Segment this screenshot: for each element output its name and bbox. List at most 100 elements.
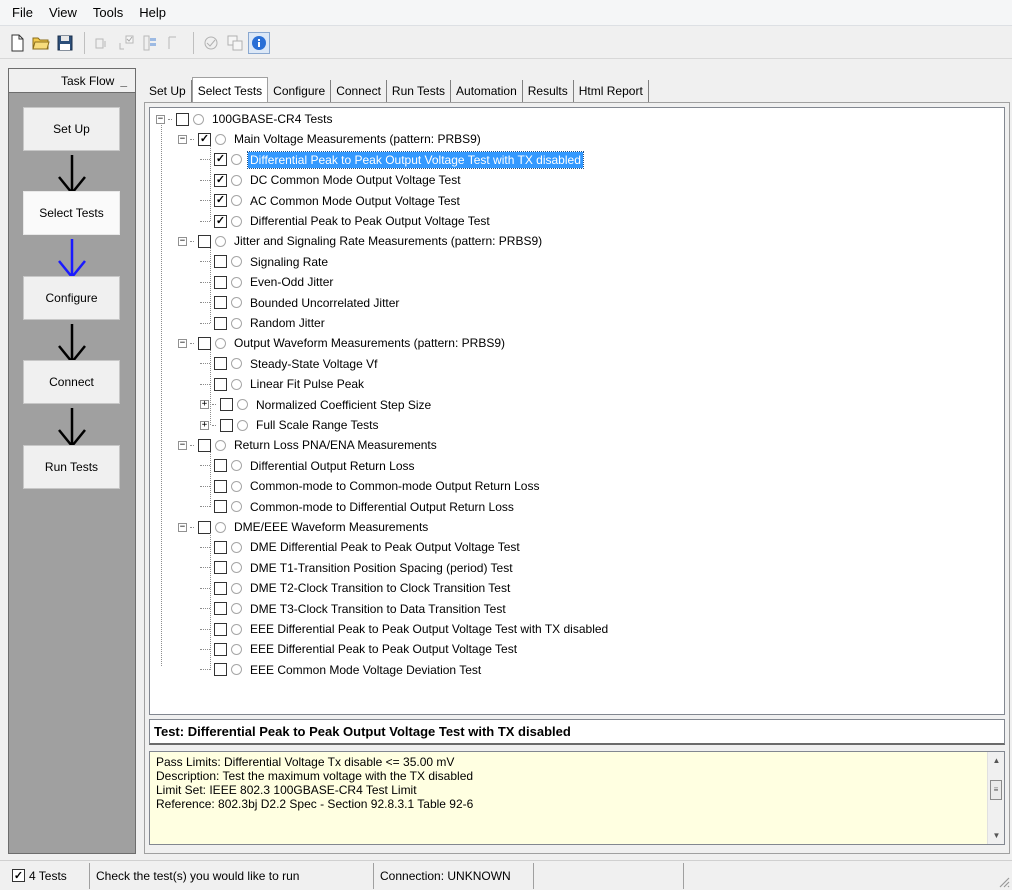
test-checkbox[interactable] [214, 642, 227, 656]
tree-label[interactable]: EEE Differential Peak to Peak Output Vol… [248, 621, 610, 637]
collapse-node-icon[interactable]: − [178, 134, 187, 144]
tree-item-dme-differential-peak-to-peak-output-vol[interactable]: DME Differential Peak to Peak Output Vol… [200, 537, 522, 557]
tree-item-even-odd-jitter[interactable]: Even-Odd Jitter [200, 272, 335, 292]
test-checkbox[interactable] [176, 112, 189, 126]
test-checkbox[interactable]: ✓ [214, 214, 227, 228]
tree-group-return-loss-pna-ena-measurements[interactable]: − Return Loss PNA/ENA Measurements [178, 435, 439, 455]
test-checkbox[interactable] [214, 479, 227, 493]
menu-help[interactable]: Help [131, 3, 174, 22]
tree-label[interactable]: Steady-State Voltage Vf [248, 356, 379, 372]
test-checkbox[interactable]: ✓ [214, 173, 227, 187]
undo-icon[interactable] [91, 32, 113, 54]
tree-item-eee-differential-peak-to-peak-output-vol[interactable]: EEE Differential Peak to Peak Output Vol… [200, 639, 519, 659]
tree-item-dme-t2-clock-transition-to-clock-transit[interactable]: DME T2-Clock Transition to Clock Transit… [200, 578, 512, 598]
tree-item-bounded-uncorrelated-jitter[interactable]: Bounded Uncorrelated Jitter [200, 293, 401, 313]
tree-label[interactable]: Normalized Coefficient Step Size [254, 397, 433, 413]
tree-root[interactable]: − 100GBASE-CR4 Tests [156, 109, 335, 129]
test-checkbox[interactable] [214, 561, 227, 575]
tree-label[interactable]: Output Waveform Measurements (pattern: P… [232, 335, 507, 351]
collapse-node-icon[interactable]: − [178, 522, 187, 532]
test-checkbox[interactable] [220, 398, 233, 412]
expand-node-icon[interactable]: + [200, 420, 209, 430]
tree-item-ac-common-mode-output-voltage-test[interactable]: ✓ AC Common Mode Output Voltage Test [200, 191, 462, 211]
tree-group-output-waveform-measurements-pattern-prb[interactable]: − Output Waveform Measurements (pattern: … [178, 333, 507, 353]
tree-label[interactable]: Linear Fit Pulse Peak [248, 376, 366, 392]
test-checkbox[interactable] [214, 622, 227, 636]
tree-label[interactable]: DME T1-Transition Position Spacing (peri… [248, 560, 515, 576]
scroll-down-icon[interactable]: ▼ [988, 827, 1005, 844]
tests-checkbox[interactable]: ✓ [12, 869, 25, 882]
tree-item-random-jitter[interactable]: Random Jitter [200, 313, 327, 333]
scroll-thumb[interactable]: ≡ [990, 780, 1002, 800]
tree-label[interactable]: Differential Peak to Peak Output Voltage… [247, 150, 584, 169]
tree-item-differential-peak-to-peak-output-voltage[interactable]: ✓ Differential Peak to Peak Output Voltag… [200, 150, 584, 170]
test-checkbox[interactable] [214, 255, 227, 269]
tree-group-jitter-and-signaling-rate-measurements-p[interactable]: − Jitter and Signaling Rate Measurements … [178, 231, 544, 251]
new-file-icon[interactable] [6, 32, 28, 54]
tree-group-dme-eee-waveform-measurements[interactable]: − DME/EEE Waveform Measurements [178, 517, 430, 537]
tree-label[interactable]: DME/EEE Waveform Measurements [232, 519, 430, 535]
info-icon[interactable] [248, 31, 270, 54]
step-select-tests[interactable]: Select Tests [23, 191, 120, 235]
test-checkbox[interactable] [198, 234, 211, 248]
tab-select-tests[interactable]: Select Tests [191, 77, 269, 103]
tree-item-normalized-coefficient-step-size[interactable]: + Normalized Coefficient Step Size [200, 395, 433, 415]
step-configure[interactable]: Configure [23, 276, 120, 320]
test-checkbox[interactable] [198, 520, 211, 534]
collapse-node-icon[interactable]: − [178, 338, 187, 348]
tree-label[interactable]: Full Scale Range Tests [254, 417, 381, 433]
test-checkbox[interactable] [220, 418, 233, 432]
tree-item-linear-fit-pulse-peak[interactable]: Linear Fit Pulse Peak [200, 374, 366, 394]
tree-label[interactable]: Common-mode to Common-mode Output Return… [248, 478, 541, 494]
tab-results[interactable]: Results [522, 80, 574, 102]
tree-item-dme-t3-clock-transition-to-data-transiti[interactable]: DME T3-Clock Transition to Data Transiti… [200, 599, 508, 619]
test-checkbox[interactable] [214, 663, 227, 677]
tree-label[interactable]: EEE Differential Peak to Peak Output Vol… [248, 641, 519, 657]
tree-label[interactable]: Even-Odd Jitter [248, 274, 335, 290]
test-checkbox[interactable] [214, 602, 227, 616]
tree-item-common-mode-to-differential-output-retur[interactable]: Common-mode to Differential Output Retur… [200, 497, 516, 517]
test-checkbox[interactable] [214, 316, 227, 330]
tree-item-eee-common-mode-voltage-deviation-test[interactable]: EEE Common Mode Voltage Deviation Test [200, 660, 483, 680]
minimize-button[interactable]: _ [120, 74, 127, 88]
test-checkbox[interactable] [198, 438, 211, 452]
tree-label[interactable]: 100GBASE-CR4 Tests [210, 111, 335, 127]
tree-label[interactable]: AC Common Mode Output Voltage Test [248, 193, 462, 209]
save-icon[interactable] [54, 32, 76, 54]
open-folder-icon[interactable] [30, 32, 52, 54]
tree-item-dme-t1-transition-position-spacing-perio[interactable]: DME T1-Transition Position Spacing (peri… [200, 558, 515, 578]
details-scrollbar[interactable]: ▲ ≡ ▼ [987, 752, 1004, 844]
test-checkbox[interactable] [198, 336, 211, 350]
step-connect[interactable]: Connect [23, 360, 120, 404]
tree-label[interactable]: Return Loss PNA/ENA Measurements [232, 437, 439, 453]
test-checkbox[interactable] [214, 581, 227, 595]
test-checkbox[interactable] [214, 357, 227, 371]
tab-connect[interactable]: Connect [331, 80, 387, 102]
test-checkbox[interactable] [214, 459, 227, 473]
tree-label[interactable]: Signaling Rate [248, 254, 330, 270]
expand-icon[interactable] [139, 32, 161, 54]
tab-set-up[interactable]: Set Up [144, 80, 192, 102]
resize-grip-icon[interactable] [996, 874, 1010, 888]
step-run-tests[interactable]: Run Tests [23, 445, 120, 489]
tree-label[interactable]: Random Jitter [248, 315, 327, 331]
tree-item-common-mode-to-common-mode-output-return[interactable]: Common-mode to Common-mode Output Return… [200, 476, 541, 496]
tree-group-main-voltage-measurements-pattern-prbs9[interactable]: − ✓ Main Voltage Measurements (pattern: PR… [178, 129, 483, 149]
collapse-icon[interactable] [163, 32, 185, 54]
tree-item-steady-state-voltage-vf[interactable]: Steady-State Voltage Vf [200, 354, 379, 374]
test-checkbox[interactable]: ✓ [198, 132, 211, 146]
test-checkbox[interactable] [214, 296, 227, 310]
tree-label[interactable]: DME T2-Clock Transition to Clock Transit… [248, 580, 512, 596]
collapse-node-icon[interactable]: − [156, 114, 165, 124]
expand-node-icon[interactable]: + [200, 400, 209, 410]
test-checkbox[interactable] [214, 377, 227, 391]
tab-automation[interactable]: Automation [451, 80, 523, 102]
collapse-node-icon[interactable]: − [178, 440, 187, 450]
check-icon[interactable] [115, 32, 137, 54]
test-checkbox[interactable]: ✓ [214, 194, 227, 208]
tree-label[interactable]: DME T3-Clock Transition to Data Transiti… [248, 601, 508, 617]
tree-item-eee-differential-peak-to-peak-output-vol[interactable]: EEE Differential Peak to Peak Output Vol… [200, 619, 610, 639]
menu-file[interactable]: File [4, 3, 41, 22]
collapse-node-icon[interactable]: − [178, 236, 187, 246]
tree-label[interactable]: DC Common Mode Output Voltage Test [248, 172, 463, 188]
